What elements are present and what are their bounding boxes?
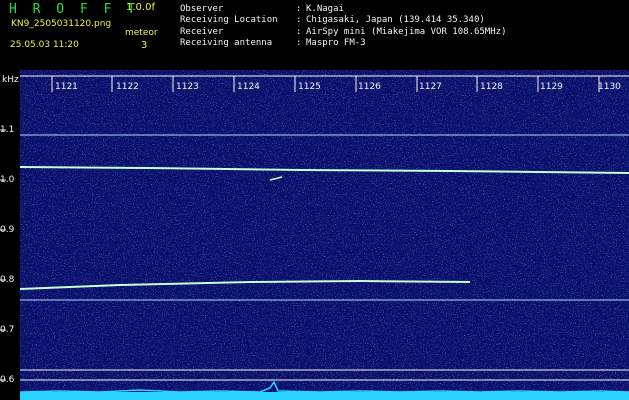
x-tick-1126: 1126: [358, 82, 381, 92]
location-value: Chigasaki, Japan (139.414 35.340): [306, 15, 485, 25]
x-tick-1129: 1129: [540, 82, 563, 92]
meteor-label: meteor: [125, 28, 158, 38]
app-version: 1.0.0f: [126, 2, 155, 13]
y-tick-0-8: 0.8: [0, 275, 15, 285]
frequency-axis: [0, 129, 6, 381]
antenna-label: Receiving antenna: [180, 38, 273, 48]
signal-level-trace-fill: [20, 392, 629, 400]
observer-separator: :: [296, 4, 302, 14]
y-tick-0-7: 0.7: [0, 325, 15, 335]
x-tick-1130: 1130: [598, 82, 621, 92]
y-tick-0-9: 0.9: [0, 225, 15, 235]
spectrogram-noise: [20, 70, 629, 400]
x-tick-1128: 1128: [480, 82, 503, 92]
x-tick-1121: 1121: [55, 82, 78, 92]
location-separator: :: [296, 15, 302, 25]
spectrogram: [0, 70, 629, 400]
location-label: Receiving Location: [180, 15, 278, 25]
receiver-separator: :: [296, 27, 302, 37]
file-name: KN9_2505031120.png: [11, 19, 112, 29]
observer-label: Observer: [180, 4, 224, 14]
y-tick-1-1: 1.1: [0, 125, 15, 135]
observation-datetime: 25.05.03 11:20: [10, 40, 79, 50]
receiver-value: AirSpy mini (Miakejima VOR 108.65MHz): [306, 27, 507, 37]
app-title: H R O F F T: [9, 2, 140, 17]
receiver-label: Receiver: [180, 27, 224, 37]
x-tick-1123: 1123: [176, 82, 199, 92]
x-tick-1124: 1124: [237, 82, 260, 92]
antenna-value: Maspro FM-3: [306, 38, 366, 48]
x-tick-1122: 1122: [116, 82, 139, 92]
antenna-separator: :: [296, 38, 302, 48]
frequency-unit-label: kHz: [2, 75, 19, 85]
y-tick-0-6: 0.6: [0, 375, 15, 385]
x-tick-1125: 1125: [298, 82, 321, 92]
y-tick-1-0: 1.0: [0, 175, 15, 185]
meteor-count: 3: [141, 40, 148, 51]
x-tick-1127: 1127: [419, 82, 442, 92]
observer-value: K.Nagai: [306, 4, 344, 14]
